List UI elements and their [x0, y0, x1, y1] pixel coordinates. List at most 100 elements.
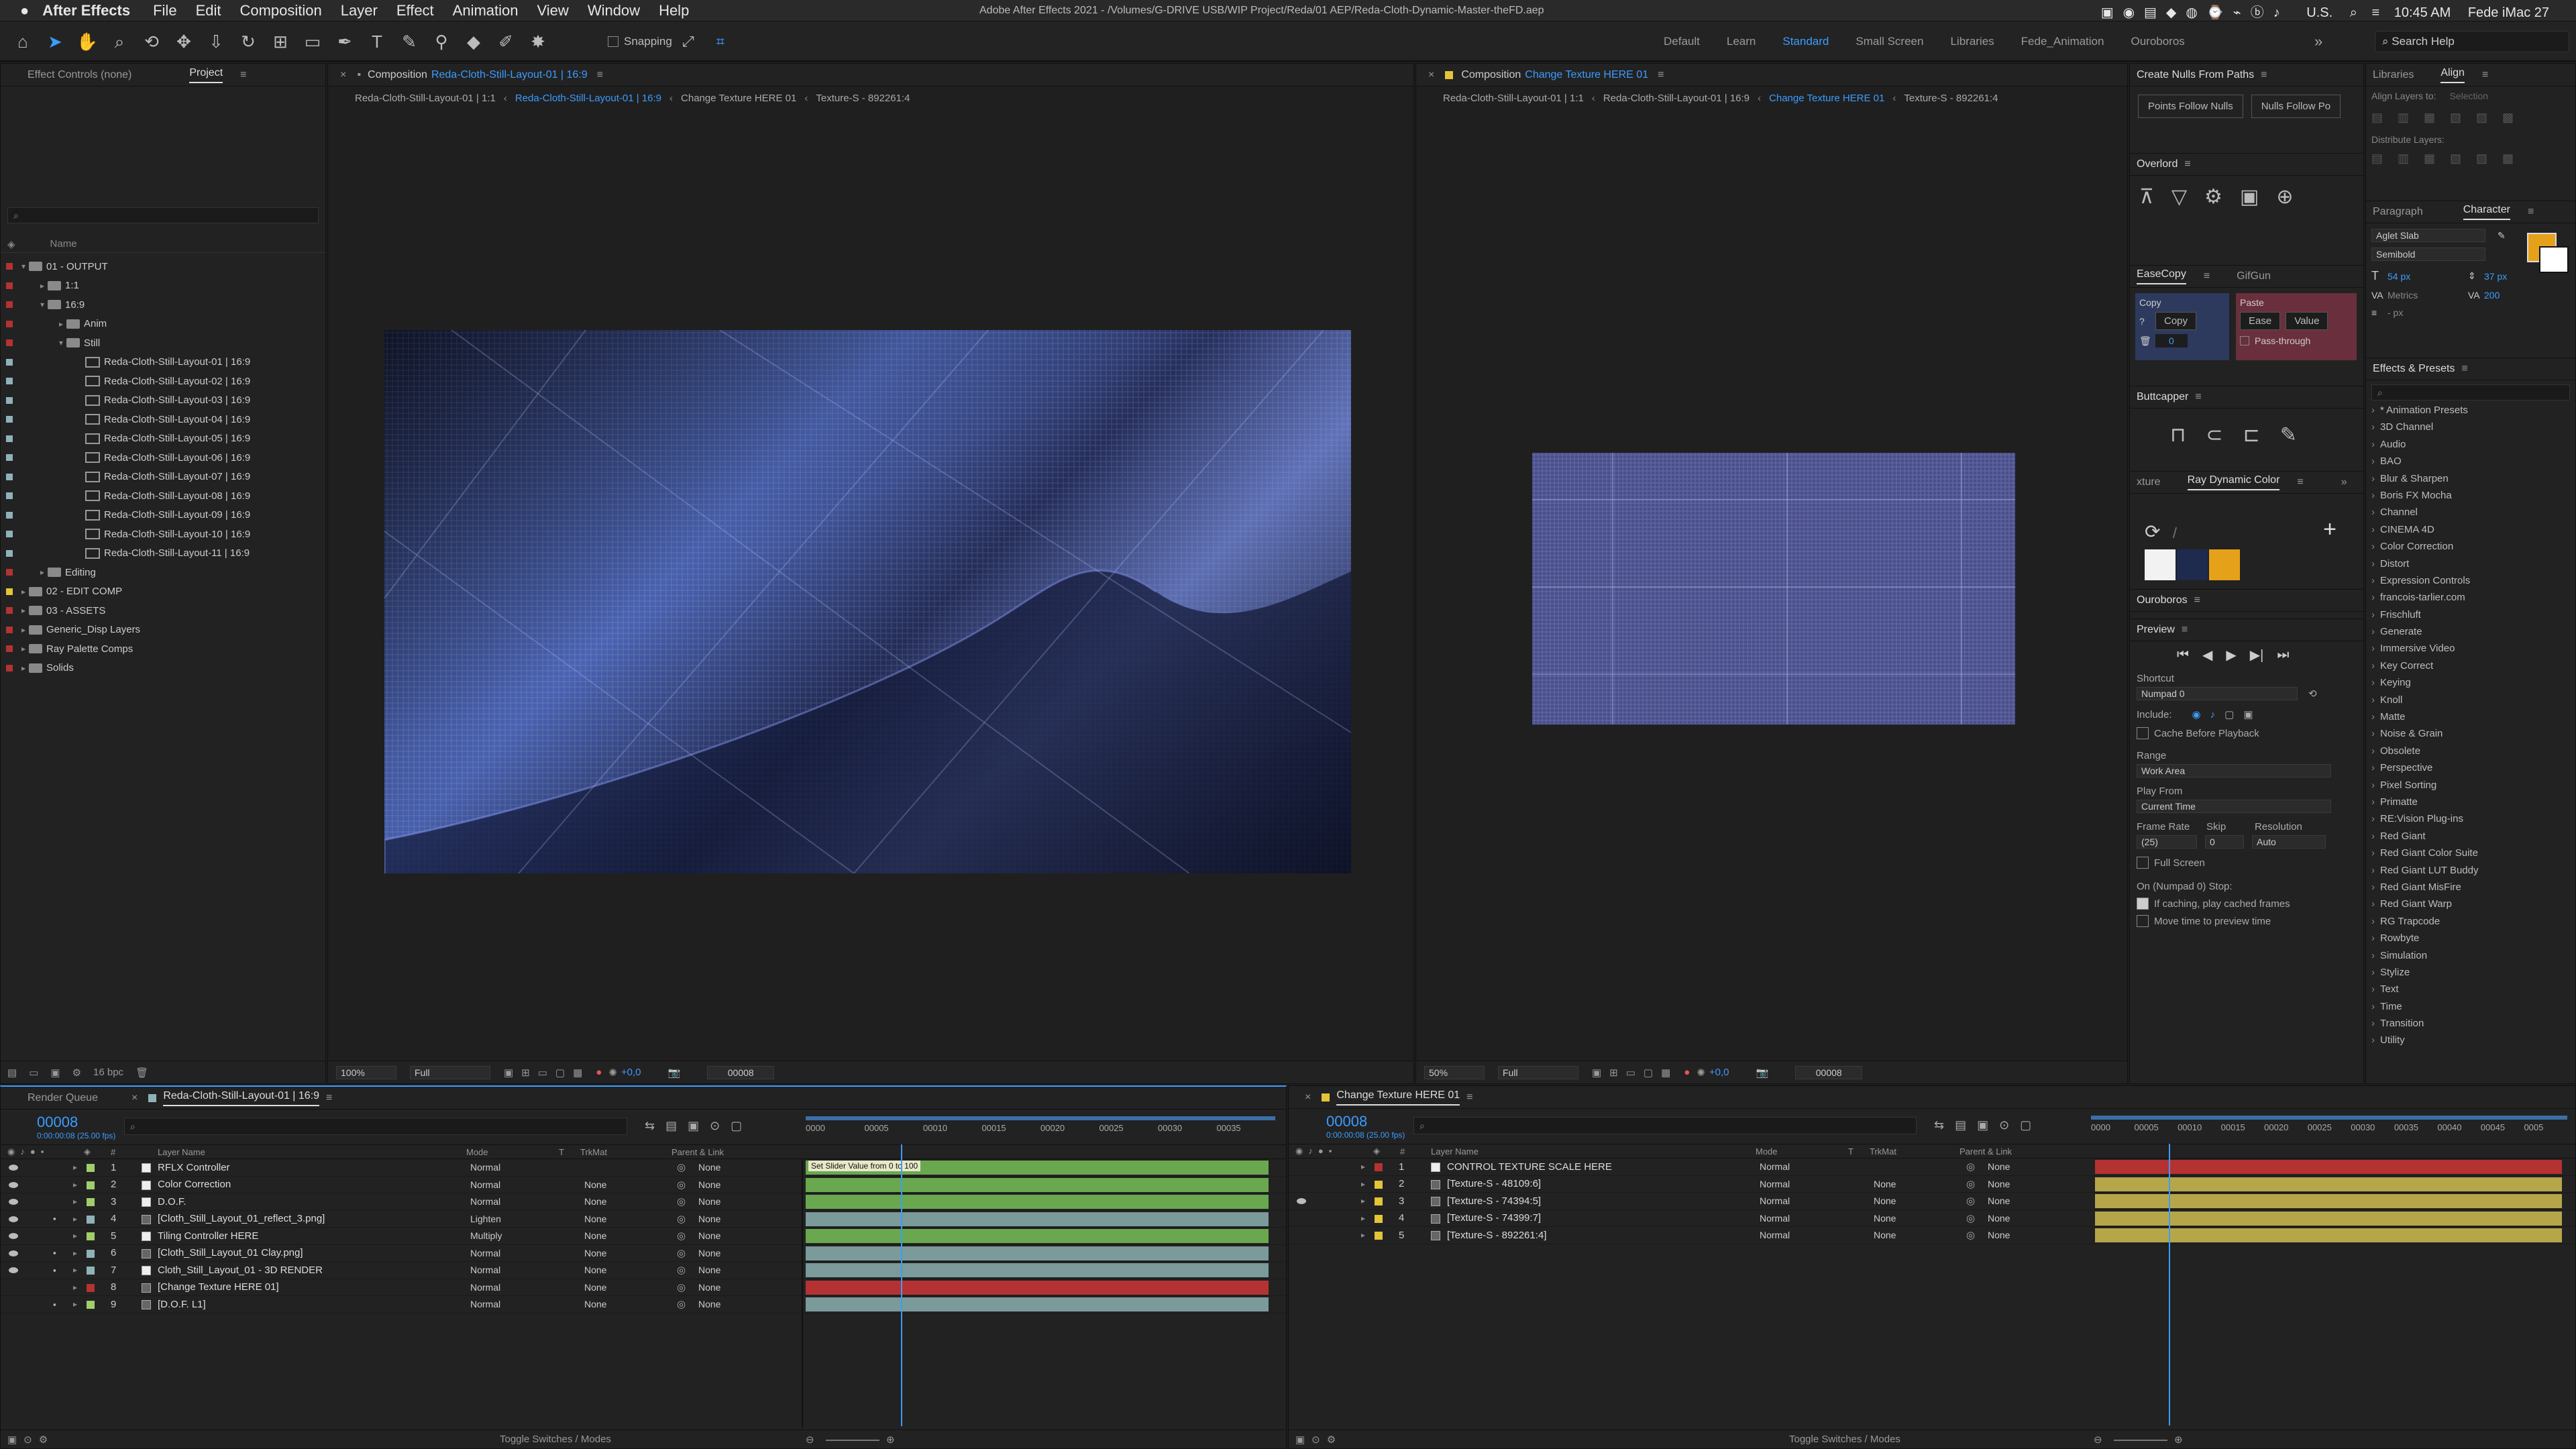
more-panels-icon[interactable]: » — [2341, 476, 2347, 488]
copy-button[interactable]: Copy — [2155, 312, 2197, 330]
layer-row[interactable]: ▪ ▸ 7 Cloth_Still_Layout_01 - 3D RENDER Norm… — [1, 1262, 1286, 1279]
layer-name[interactable]: [Texture-S - 74399:7] — [1447, 1212, 1541, 1224]
layer-label-color[interactable] — [87, 1301, 95, 1309]
tab-texture-partial[interactable]: xture — [2137, 476, 2161, 488]
layer-label-color[interactable] — [1375, 1214, 1383, 1223]
tab-libraries[interactable]: Libraries — [2373, 69, 2414, 81]
tab-paragraph[interactable]: Paragraph — [2373, 206, 2423, 218]
eye-icon[interactable] — [9, 1233, 18, 1239]
eye-icon[interactable] — [9, 1181, 18, 1188]
effect-category[interactable]: › RE:Vision Plug-ins — [2371, 813, 2575, 830]
trkmat-dropdown[interactable]: None — [1870, 1178, 1950, 1191]
tab-gifgun[interactable]: GifGun — [2237, 270, 2271, 282]
project-item[interactable]: ▸ Anim — [1, 315, 325, 334]
close-tab-icon[interactable]: × — [340, 69, 346, 81]
pickwhip-icon[interactable]: ◎ — [1966, 1229, 1975, 1241]
help-button[interactable]: ? — [2139, 316, 2155, 327]
chevron-down-icon[interactable]: ▾ — [37, 300, 48, 309]
mode-dropdown[interactable]: Normal — [466, 1264, 547, 1277]
parent-dropdown[interactable]: None — [1984, 1212, 2071, 1226]
mode-dropdown[interactable]: Normal — [1756, 1161, 1836, 1174]
workspace-fede-animation[interactable]: Fede_Animation — [2021, 35, 2104, 48]
layer-row[interactable]: ▸ 2 [Texture-S - 48109:6] Normal None ◎ None — [1289, 1176, 2575, 1193]
footer-icons[interactable]: ▣⊙⚙ — [1295, 1434, 1342, 1446]
first-frame-icon[interactable]: ⏮ — [2177, 647, 2189, 663]
project-item[interactable]: ▸ Generic_Disp Layers — [1, 621, 325, 640]
label-color[interactable] — [6, 320, 13, 327]
layer-duration-bar[interactable] — [806, 1246, 1269, 1260]
panel-menu-icon[interactable]: ≡ — [240, 69, 246, 81]
label-color[interactable] — [6, 454, 13, 462]
label-color[interactable] — [6, 378, 13, 385]
layer-label-color[interactable] — [1375, 1163, 1383, 1171]
layer-name[interactable]: Cloth_Still_Layout_01 - 3D RENDER — [158, 1265, 323, 1276]
trash-icon[interactable]: 🗑 — [2139, 335, 2155, 347]
parent-dropdown[interactable]: None — [694, 1264, 782, 1277]
zoom-dropdown[interactable]: 100% — [336, 1065, 396, 1079]
effect-category[interactable]: › * Animation Presets — [2371, 405, 2575, 421]
effect-category[interactable]: › Red Giant MisFire — [2371, 881, 2575, 898]
parent-dropdown[interactable]: None — [1984, 1161, 2071, 1174]
pickwhip-icon[interactable]: ◎ — [1966, 1212, 1975, 1224]
pickwhip-icon[interactable]: ◎ — [1966, 1178, 1975, 1190]
snapshot-icon[interactable]: 📷 — [1756, 1067, 1769, 1079]
label-color[interactable] — [6, 358, 13, 366]
project-item[interactable]: Reda-Cloth-Still-Layout-07 | 16:9 — [1, 468, 325, 487]
trkmat-dropdown[interactable]: None — [580, 1298, 661, 1311]
menu-view[interactable]: View — [537, 2, 569, 19]
label-color[interactable] — [6, 263, 13, 270]
panel-menu-icon[interactable]: ≡ — [2461, 363, 2467, 375]
lock-icon[interactable]: ▪ — [53, 1248, 56, 1258]
breadcrumb-item[interactable]: Reda-Cloth-Still-Layout-01 | 16:9 — [1603, 93, 1750, 104]
parent-dropdown[interactable]: None — [1984, 1229, 2071, 1242]
panel-menu-icon[interactable]: ≡ — [2204, 270, 2210, 282]
menu-composition[interactable]: Composition — [239, 2, 321, 19]
trkmat-dropdown[interactable]: None — [580, 1230, 661, 1243]
label-color[interactable] — [6, 416, 13, 423]
project-item[interactable]: ▸ 1:1 — [1, 276, 325, 296]
tab-ray-dynamic-color[interactable]: Ray Dynamic Color — [2187, 474, 2280, 490]
layer-name[interactable]: Color Correction — [158, 1179, 231, 1190]
chevron-right-icon[interactable]: ▸ — [18, 644, 29, 653]
snap-magnet-icon[interactable]: ⌗ — [707, 27, 734, 56]
parent-dropdown[interactable]: None — [694, 1195, 782, 1209]
layer-duration-bar[interactable] — [806, 1297, 1269, 1311]
chevron-right-icon[interactable]: ▸ — [73, 1197, 77, 1206]
effect-category[interactable]: › Key Correct — [2371, 660, 2575, 677]
label-color[interactable] — [6, 626, 13, 633]
effect-category[interactable]: › Obsolete — [2371, 745, 2575, 762]
effect-category[interactable]: › Keying — [2371, 677, 2575, 694]
project-item[interactable]: Reda-Cloth-Still-Layout-08 | 16:9 — [1, 486, 325, 506]
timeline-switches-icons[interactable]: ⇆▤▣⊙▢ — [645, 1119, 753, 1133]
bpc-label[interactable]: 16 bpc — [93, 1067, 123, 1078]
zoom-in-icon[interactable]: ⊕ — [886, 1434, 895, 1446]
resolution-dropdown[interactable]: Full — [410, 1065, 490, 1079]
effect-category[interactable]: › Noise & Grain — [2371, 728, 2575, 745]
effect-category[interactable]: › Pixel Sorting — [2371, 780, 2575, 796]
breadcrumb-item[interactable]: Change Texture HERE 01 — [681, 93, 796, 104]
cap-brush-icon[interactable]: ✎ — [2280, 423, 2297, 447]
project-item[interactable]: Reda-Cloth-Still-Layout-03 | 16:9 — [1, 391, 325, 411]
project-item[interactable]: Reda-Cloth-Still-Layout-10 | 16:9 — [1, 525, 325, 544]
color-wheel-icon[interactable]: ● — [596, 1067, 602, 1078]
chevron-right-icon[interactable]: ▸ — [1361, 1196, 1365, 1205]
layer-duration-bar[interactable] — [806, 1177, 1269, 1192]
project-item[interactable]: Reda-Cloth-Still-Layout-09 | 16:9 — [1, 506, 325, 525]
snap-option-icon[interactable]: ⤢ — [675, 27, 702, 56]
effect-category[interactable]: › Audio — [2371, 439, 2575, 455]
region-label[interactable]: U.S. — [2306, 5, 2332, 21]
resolution-dropdown[interactable]: Full — [1498, 1065, 1578, 1079]
effect-category[interactable]: › Matte — [2371, 711, 2575, 728]
project-item[interactable]: ▾ 01 - OUTPUT — [1, 257, 325, 276]
playhead[interactable] — [901, 1144, 902, 1426]
menu-animation[interactable]: Animation — [453, 2, 519, 19]
mode-dropdown[interactable]: Normal — [1756, 1195, 1836, 1208]
parent-dropdown[interactable]: None — [1984, 1195, 2071, 1208]
project-item[interactable]: ▸ Editing — [1, 563, 325, 582]
viewer-menu-icon[interactable]: ≡ — [597, 69, 603, 81]
mode-dropdown[interactable]: Normal — [466, 1281, 547, 1295]
rectangle-tool-icon[interactable]: ▭ — [299, 27, 326, 56]
settings-icon[interactable]: ⚙ — [72, 1067, 81, 1079]
layer-duration-bar[interactable] — [2095, 1228, 2562, 1242]
layer-row[interactable]: ▸ 1 CONTROL TEXTURE SCALE HERE Normal ◎ None — [1289, 1159, 2575, 1176]
